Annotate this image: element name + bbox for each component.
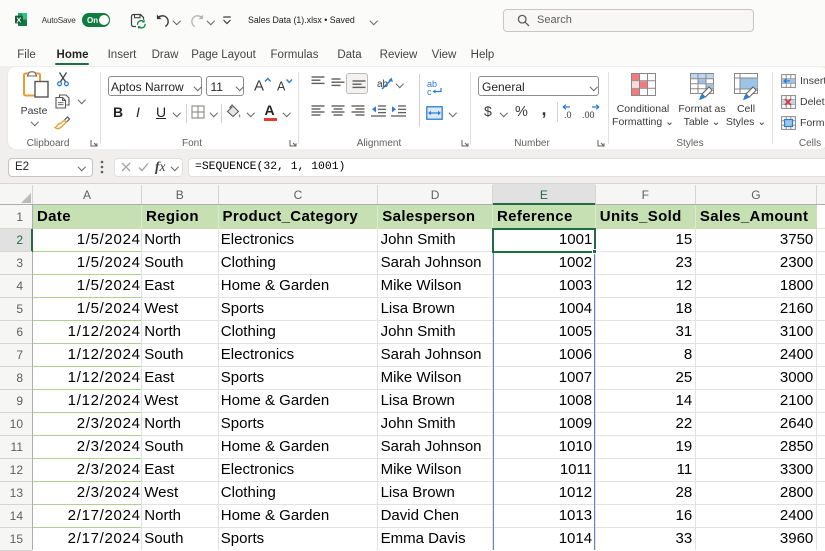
svg-text:A: A (277, 80, 286, 94)
svg-text:X: X (16, 15, 21, 24)
svg-text:c: c (427, 87, 432, 97)
svg-text:.00: .00 (582, 110, 595, 120)
svg-text:A: A (254, 78, 264, 95)
svg-text:.0: .0 (564, 110, 572, 120)
